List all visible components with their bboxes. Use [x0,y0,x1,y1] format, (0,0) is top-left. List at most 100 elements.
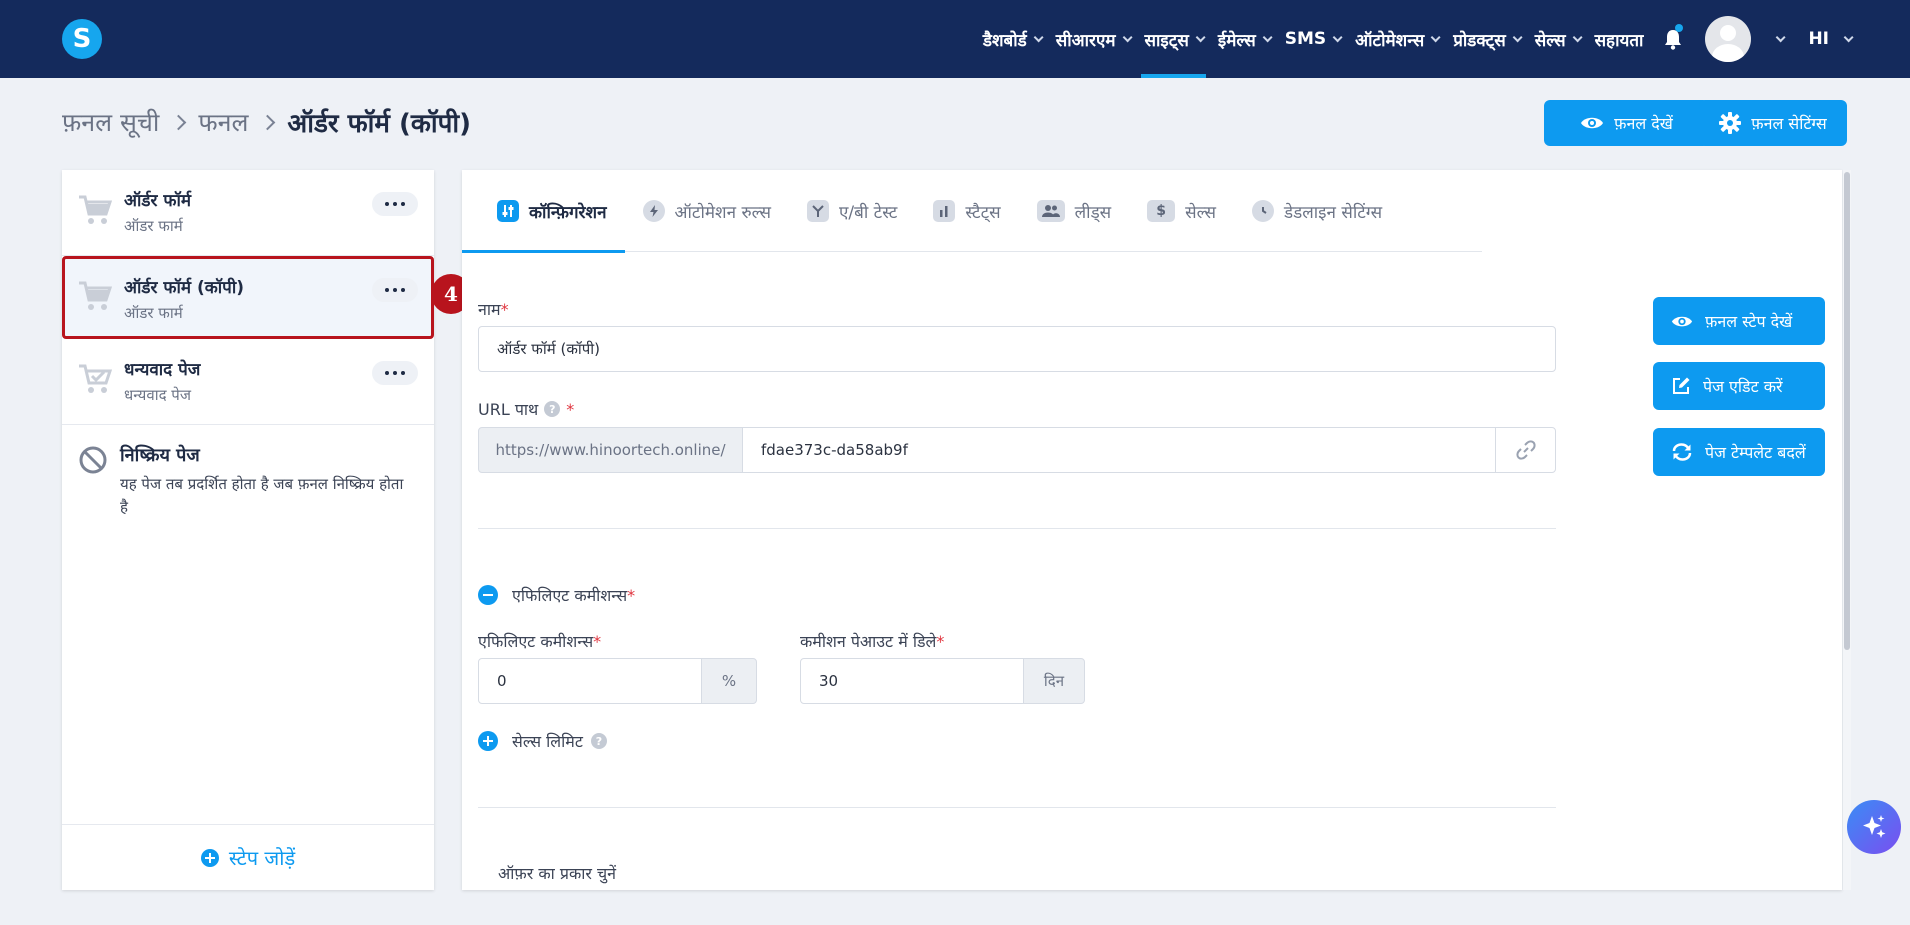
affiliate-commission-input[interactable]: 0 [478,658,702,704]
tab-label: डेडलाइन सेटिंग्स [1284,202,1383,223]
chevron-down-icon [1430,31,1441,42]
nav-item-crm[interactable]: सीआरएम [1048,0,1137,78]
payout-delay-input[interactable]: 30 [800,658,1024,704]
url-path-input[interactable]: fdae373c-da58ab9f [742,427,1496,473]
eye-icon [1581,117,1604,129]
nav-item-dashboard[interactable]: डैशबोर्ड [975,0,1048,78]
avatar-menu-toggle[interactable] [1761,0,1790,78]
button-label: पेज एडिट करें [1703,377,1783,396]
edit-icon [1673,377,1690,394]
more-options-button[interactable] [372,192,418,216]
nav-item-help[interactable]: सहायता [1587,0,1652,78]
tab-ab-test[interactable]: ए/बी टेस्ट [789,170,915,252]
required-mark: * [593,631,602,651]
tab-stats[interactable]: स्टैट्स [915,170,1018,252]
nav-item-products[interactable]: प्रोडक्ट्स [1445,0,1527,78]
affiliate-commission-label: एफिलिएट कमीशन्स * [478,630,601,652]
nav-item-automations[interactable]: ऑटोमेशन्स [1347,0,1445,78]
nav-label: सीआरएम [1055,30,1116,51]
more-options-button[interactable] [372,361,418,385]
nav-label: प्रोडक्ट्स [1453,30,1506,51]
required-mark: * [500,299,509,319]
cart-check-icon [79,364,112,393]
tab-deadline-settings[interactable]: डेडलाइन सेटिंग्स [1234,170,1400,252]
nav-item-emails[interactable]: ईमेल्स [1210,0,1277,78]
step-order-form-copy[interactable]: ऑर्डर फॉर्म (कॉपी) ऑडर फार्म [62,256,434,339]
percent-addon: % [701,658,757,704]
language-label: HI [1808,29,1829,49]
days-unit: दिन [1043,672,1065,690]
more-options-button[interactable] [372,278,418,302]
tab-label: ऑटोमेशन रुल्स [674,202,771,223]
scrollbar-thumb[interactable] [1844,172,1850,650]
help-icon[interactable]: ? [590,733,607,749]
ai-assistant-button[interactable] [1847,800,1901,854]
step-thank-you[interactable]: धन्यवाद पेज धन्यवाद पेज [62,339,434,425]
tab-label: लीड्स [1074,202,1112,223]
cart-icon [79,195,112,224]
page-title: ऑर्डर फॉर्म (कॉपी) [287,109,471,139]
chevron-down-icon [1512,31,1523,42]
plus-circle-icon [478,731,498,751]
main-panel: कॉन्फ़िगरेशन ऑटोमेशन रुल्स ए/बी टेस्ट स्… [462,170,1842,890]
sliders-icon [497,200,519,222]
step-order-form[interactable]: ऑर्डर फॉर्म ऑडर फार्म [62,170,434,256]
button-label: फ़नल देखें [1614,114,1673,133]
bar-chart-icon [933,200,956,222]
tab-label: ए/बी टेस्ट [838,202,898,223]
breadcrumb-funnel[interactable]: फनल [198,105,248,139]
chevron-down-icon [1195,31,1206,42]
tab-bar: कॉन्फ़िगरेशन ऑटोमेशन रुल्स ए/बी टेस्ट स्… [462,170,1482,253]
help-icon[interactable]: ? [544,401,561,417]
affiliate-section-text: एफिलिएट कमीशन्स [512,586,628,605]
language-switcher[interactable]: HI [1800,0,1858,78]
add-step-label: स्टेप जोड़ें [228,846,296,870]
offer-type-label: ऑफ़र का प्रकार चुनें [498,862,616,884]
affiliate-commission-label-text: एफिलिएट कमीशन्स [478,632,594,651]
tab-leads[interactable]: लीड्स [1019,170,1130,252]
change-template-button[interactable]: पेज टेम्पलेट बदलें [1653,428,1825,476]
main-scrollbar[interactable] [1843,170,1851,890]
inactive-page-title: निष्क्रिय पेज [120,445,200,466]
notification-bell-icon[interactable] [1651,0,1695,78]
tab-label: कॉन्फ़िगरेशन [529,202,607,223]
plus-circle-icon [200,848,219,867]
name-input[interactable]: ऑर्डर फॉर्म (कॉपी) [478,326,1556,372]
edit-page-button[interactable]: पेज एडिट करें [1653,362,1825,410]
nav-item-sms[interactable]: SMS [1277,0,1347,78]
name-label: नाम * [478,298,509,320]
eye-icon [1671,316,1693,326]
nav-item-sales[interactable]: सेल्स [1527,0,1587,78]
app-logo[interactable]: S [62,19,102,59]
required-mark: * [566,399,575,419]
nav-item-sites[interactable]: साइट्स [1137,0,1210,78]
button-label: फ़नल स्टेप देखें [1705,312,1793,331]
copy-link-button[interactable] [1495,427,1556,473]
tab-configuration[interactable]: कॉन्फ़िगरेशन [462,170,625,253]
chevron-right-icon [260,114,276,130]
funnel-settings-button[interactable]: फ़नल सेटिंग्स [1699,100,1847,146]
nav-label: साइट्स [1144,30,1189,51]
view-funnel-button[interactable]: फ़नल देखें [1544,100,1709,146]
url-prefix: https://www.hinoortech.online/ [478,427,743,473]
view-funnel-step-button[interactable]: फ़नल स्टेप देखें [1653,297,1825,345]
users-icon [1036,200,1065,222]
tab-label: सेल्स [1185,202,1217,223]
section-divider [478,807,1556,808]
tab-automation-rules[interactable]: ऑटोमेशन रुल्स [625,170,789,252]
chevron-down-icon [1122,31,1133,42]
split-icon [806,200,829,222]
breadcrumb-funnel-list[interactable]: फ़नल सूची [62,105,159,139]
chevron-down-icon [1843,31,1854,42]
avatar[interactable] [1705,16,1752,62]
inactive-page-item[interactable]: निष्क्रिय पेज यह पेज तब प्रदर्शित होता ह… [62,425,434,519]
affiliate-commissions-toggle[interactable]: एफिलिएट कमीशन्स* [478,584,635,606]
add-step-button[interactable]: स्टेप जोड़ें [62,824,434,890]
funnel-steps-panel: ऑर्डर फॉर्म ऑडर फार्म ऑर्डर फॉर्म (कॉपी)… [62,170,434,890]
section-divider [478,528,1556,529]
sales-limit-toggle[interactable]: सेल्स लिमिट ? [478,730,607,752]
sales-limit-title: सेल्स लिमिट [512,732,583,751]
tab-sales[interactable]: $ सेल्स [1129,170,1234,252]
tab-label: स्टैट्स [965,202,1001,223]
cart-icon [79,281,112,310]
